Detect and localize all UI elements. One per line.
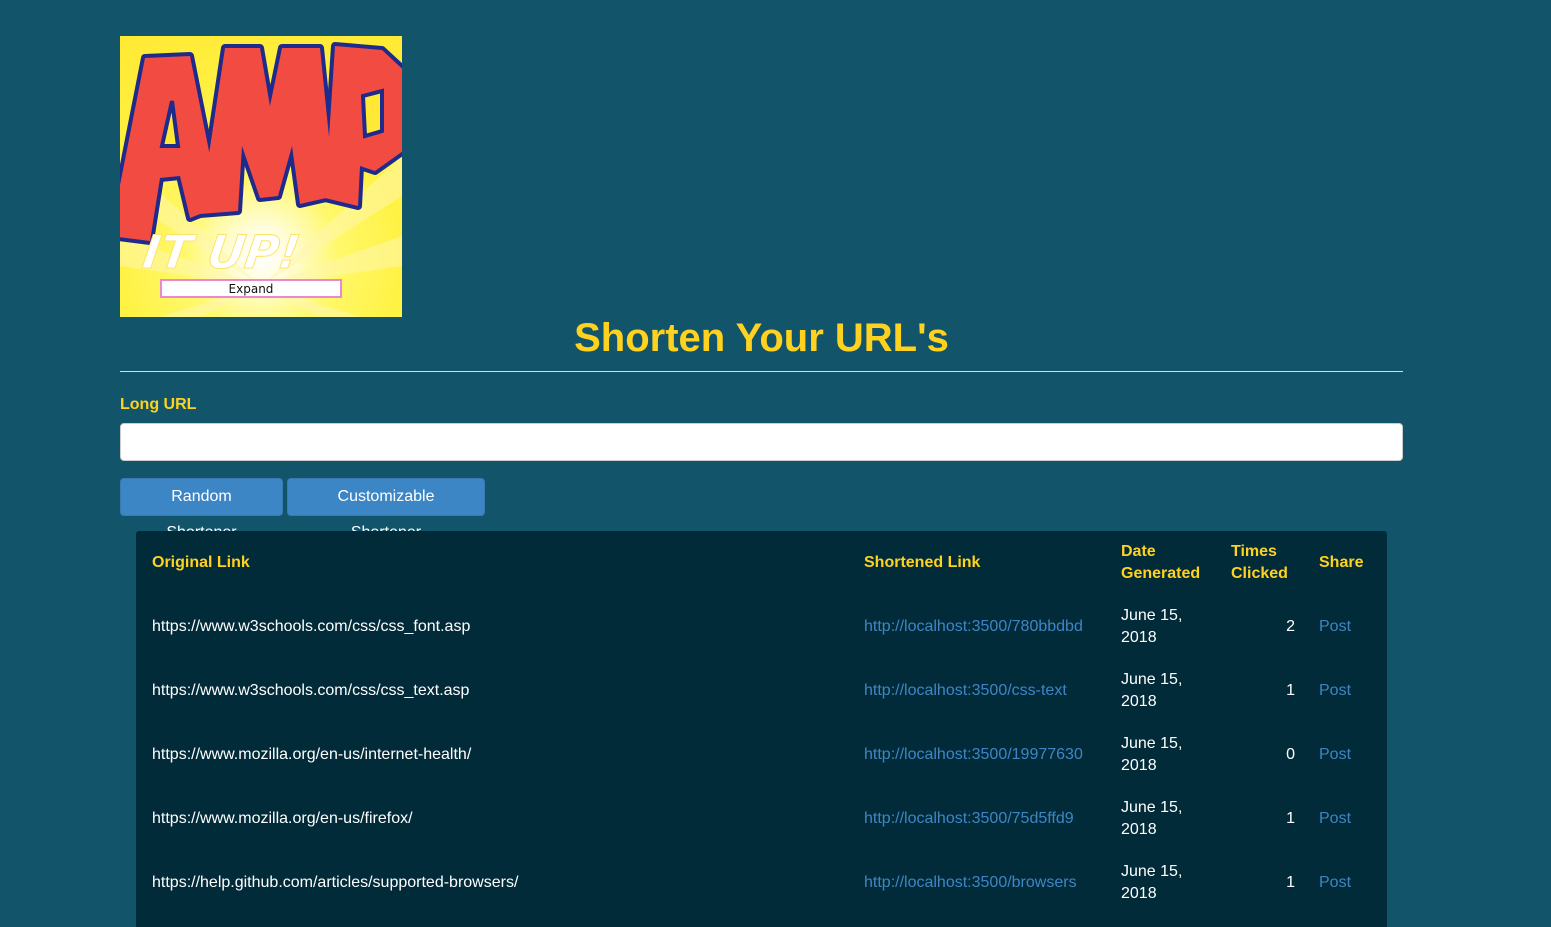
post-share-link[interactable]: Post [1319,618,1351,635]
page: IT UP! Expand Shorten Your URL's Long UR… [0,0,1551,927]
post-share-link[interactable]: Post [1319,810,1351,827]
long-url-input[interactable] [120,423,1403,461]
amp-it-up-logo: IT UP! Expand [120,36,402,317]
links-table-panel: Original Link Shortened Link Date Genera… [136,531,1387,927]
times-clicked-cell: 0 [1286,746,1295,763]
table-row: https://www.w3schools.com/css/css_text.a… [136,659,1387,723]
date-generated-cell: June 15, 2018 [1121,607,1183,646]
post-share-link[interactable]: Post [1319,746,1351,763]
times-clicked-cell: 1 [1286,682,1295,699]
table-row: https://help.github.com/articles/support… [136,851,1387,915]
links-table: Original Link Shortened Link Date Genera… [136,531,1387,915]
shortened-link[interactable]: http://localhost:3500/css-text [864,682,1067,699]
customizable-shortener-button[interactable]: Customizable Shortener [287,478,485,541]
original-link-cell: https://www.w3schools.com/css/css_font.a… [152,618,471,635]
random-shortener-button[interactable]: Random Shortener [120,478,283,541]
date-generated-cell: June 15, 2018 [1121,799,1183,838]
header-share: Share [1319,554,1364,571]
date-generated-cell: June 15, 2018 [1121,671,1183,710]
date-generated-cell: June 15, 2018 [1121,863,1183,902]
original-link-cell: https://help.github.com/articles/support… [152,874,519,891]
original-link-cell: https://www.mozilla.org/en-us/firefox/ [152,810,413,827]
original-link-cell: https://www.mozilla.org/en-us/internet-h… [152,746,472,763]
post-share-link[interactable]: Post [1319,874,1351,891]
logo-artwork: IT UP! [120,42,402,317]
logo-subtext: IT UP! [140,225,304,279]
table-header-row: Original Link Shortened Link Date Genera… [136,531,1387,595]
table-row: https://www.mozilla.org/en-us/internet-h… [136,723,1387,787]
shortened-link[interactable]: http://localhost:3500/75d5ffd9 [864,810,1074,827]
page-title: Shorten Your URL's [574,316,949,360]
times-clicked-cell: 1 [1286,874,1295,891]
title-divider [120,371,1403,372]
header-date-generated: Date Generated [1121,543,1201,582]
table-row: https://www.w3schools.com/css/css_font.a… [136,595,1387,659]
shortened-link[interactable]: http://localhost:3500/780bbdbd [864,618,1083,635]
shortened-link[interactable]: http://localhost:3500/19977630 [864,746,1083,763]
original-link-cell: https://www.w3schools.com/css/css_text.a… [152,682,470,699]
times-clicked-cell: 1 [1286,810,1295,827]
post-share-link[interactable]: Post [1319,682,1351,699]
header-times-clicked: Times Clicked [1231,543,1288,582]
expand-button[interactable]: Expand [160,279,342,298]
times-clicked-cell: 2 [1286,618,1295,635]
long-url-label: Long URL [120,396,197,413]
header-shortened-link: Shortened Link [864,554,981,571]
date-generated-cell: June 15, 2018 [1121,735,1183,774]
header-original-link: Original Link [152,554,250,571]
shortened-link[interactable]: http://localhost:3500/browsers [864,874,1077,891]
table-row: https://www.mozilla.org/en-us/firefox/ h… [136,787,1387,851]
